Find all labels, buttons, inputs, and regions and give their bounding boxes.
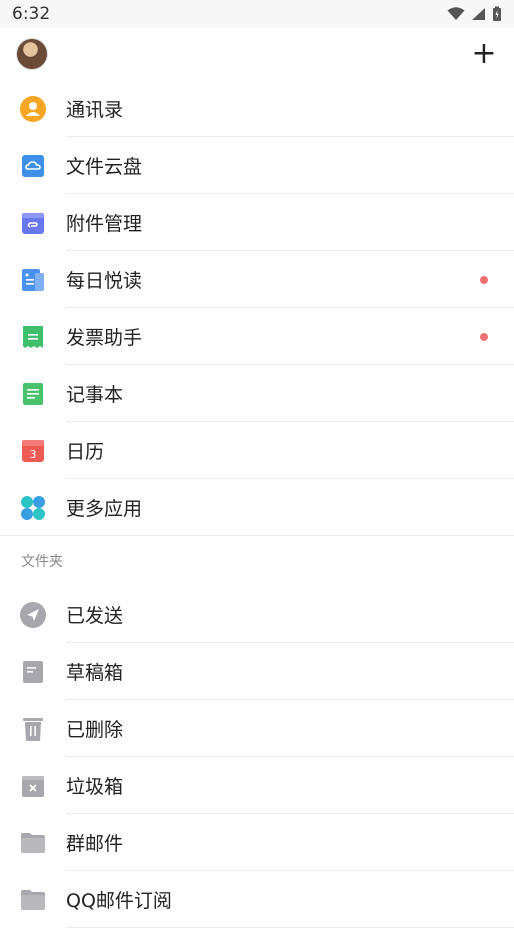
- app-item-label: 附件管理: [66, 213, 143, 235]
- folder-icon: [20, 832, 46, 854]
- app-item-more-apps[interactable]: 更多应用: [0, 479, 514, 536]
- app-item-label: 通讯录: [66, 99, 124, 121]
- folder-item-label: 草稿箱: [66, 662, 124, 684]
- app-item-contacts[interactable]: 通讯录: [0, 80, 514, 137]
- contacts-icon: [20, 95, 46, 122]
- folder-item-label: 垃圾箱: [66, 776, 124, 798]
- app-item-invoice[interactable]: 发票助手: [0, 308, 514, 365]
- folder-item-group-mail[interactable]: 群邮件: [0, 814, 514, 871]
- unread-dot: [480, 332, 488, 341]
- folders-section-title: 文件夹: [21, 554, 63, 570]
- app-item-label: 日历: [66, 441, 105, 463]
- status-icons: [447, 6, 502, 22]
- unread-dot: [480, 275, 488, 284]
- more-apps-icon: [20, 495, 46, 521]
- add-button[interactable]: +: [470, 39, 498, 69]
- app-item-cloud-drive[interactable]: 文件云盘: [0, 137, 514, 194]
- spam-icon: [21, 774, 45, 798]
- app-item-daily-reading[interactable]: 每日悦读: [0, 251, 514, 308]
- sent-icon: [20, 601, 46, 628]
- folder-item-label: QQ邮件订阅: [66, 890, 172, 912]
- invoice-icon: [22, 325, 44, 349]
- app-item-calendar[interactable]: 3 日历: [0, 422, 514, 479]
- folder-item-label: 群邮件: [66, 833, 124, 855]
- calendar-day-label: 3: [30, 448, 37, 461]
- folder-item-deleted[interactable]: 已删除: [0, 700, 514, 757]
- app-item-label: 记事本: [66, 384, 124, 406]
- calendar-icon: 3: [21, 439, 45, 463]
- app-item-label: 发票助手: [66, 327, 143, 349]
- folder-item-sent[interactable]: 已发送: [0, 586, 514, 643]
- cloud-drive-icon: [21, 154, 45, 178]
- avatar[interactable]: [16, 38, 48, 70]
- folder-icon: [20, 889, 46, 911]
- battery-icon: [492, 6, 502, 22]
- apps-list: 通讯录 文件云盘 附件管理 每日悦读 发票助手 记事本 3 日历 更多应用: [0, 80, 514, 536]
- app-item-label: 文件云盘: [66, 156, 143, 178]
- folder-item-label: 已发送: [66, 605, 124, 627]
- status-bar: 6:32: [0, 0, 514, 28]
- folder-item-qq-subscription[interactable]: QQ邮件订阅: [0, 871, 514, 928]
- folder-item-label: 已删除: [66, 719, 124, 741]
- wifi-icon: [447, 7, 465, 21]
- app-item-notepad[interactable]: 记事本: [0, 365, 514, 422]
- attachment-icon: [21, 211, 45, 235]
- reading-icon: [21, 268, 45, 292]
- folder-item-drafts[interactable]: 草稿箱: [0, 643, 514, 700]
- trash-icon: [22, 716, 44, 742]
- signal-icon: [471, 7, 486, 21]
- app-item-label: 更多应用: [66, 498, 143, 520]
- app-item-attachments[interactable]: 附件管理: [0, 194, 514, 251]
- folder-item-spam[interactable]: 垃圾箱: [0, 757, 514, 814]
- header: +: [0, 28, 514, 80]
- drafts-icon: [22, 660, 44, 684]
- notepad-icon: [22, 382, 44, 406]
- folders-list: 已发送 草稿箱 已删除 垃圾箱 群邮件 QQ邮件订阅: [0, 586, 514, 928]
- app-item-label: 每日悦读: [66, 270, 143, 292]
- status-time: 6:32: [12, 4, 51, 24]
